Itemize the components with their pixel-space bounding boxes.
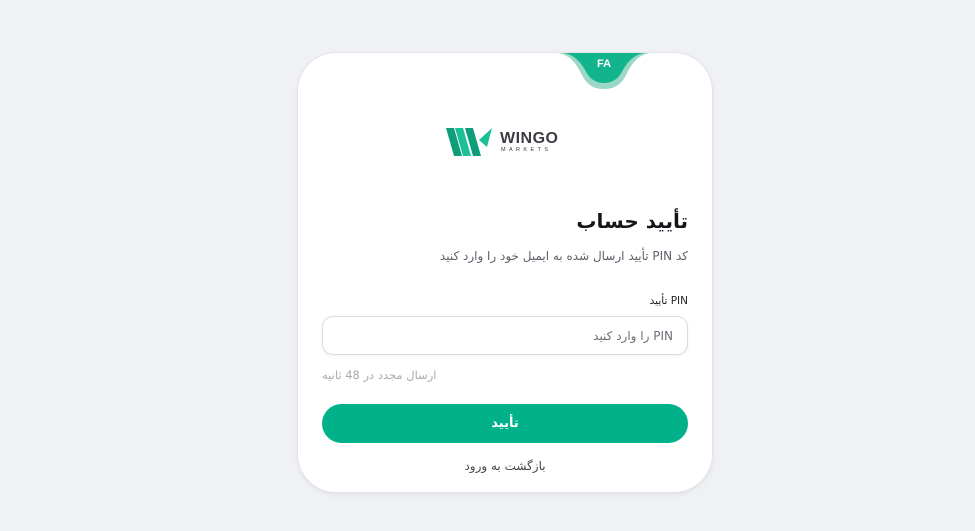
page-subtitle: کد PIN تأیید ارسال شده به ایمیل خود را و… bbox=[439, 249, 688, 263]
confirm-button[interactable]: تأیید bbox=[322, 404, 688, 443]
logo-wordmark: WINGO bbox=[500, 130, 559, 147]
language-toggle[interactable]: FA bbox=[558, 53, 650, 89]
resend-countdown: ارسال مجدد در 48 ثانیه bbox=[322, 368, 437, 382]
wingo-logo-icon bbox=[446, 128, 492, 156]
page-title: تأیید حساب bbox=[576, 209, 688, 233]
pin-input[interactable] bbox=[322, 316, 688, 355]
logo-subtitle: MARKETS bbox=[501, 147, 552, 153]
language-label: FA bbox=[596, 58, 612, 70]
wingo-logo: WINGO MARKETS bbox=[446, 127, 566, 157]
pin-field-label: PIN تأیید bbox=[649, 295, 688, 307]
verification-card: FA WINGO MARKETS تأیید حساب کد PIN تأیید… bbox=[298, 53, 712, 492]
back-to-login-link[interactable]: بازگشت به ورود bbox=[298, 459, 712, 473]
